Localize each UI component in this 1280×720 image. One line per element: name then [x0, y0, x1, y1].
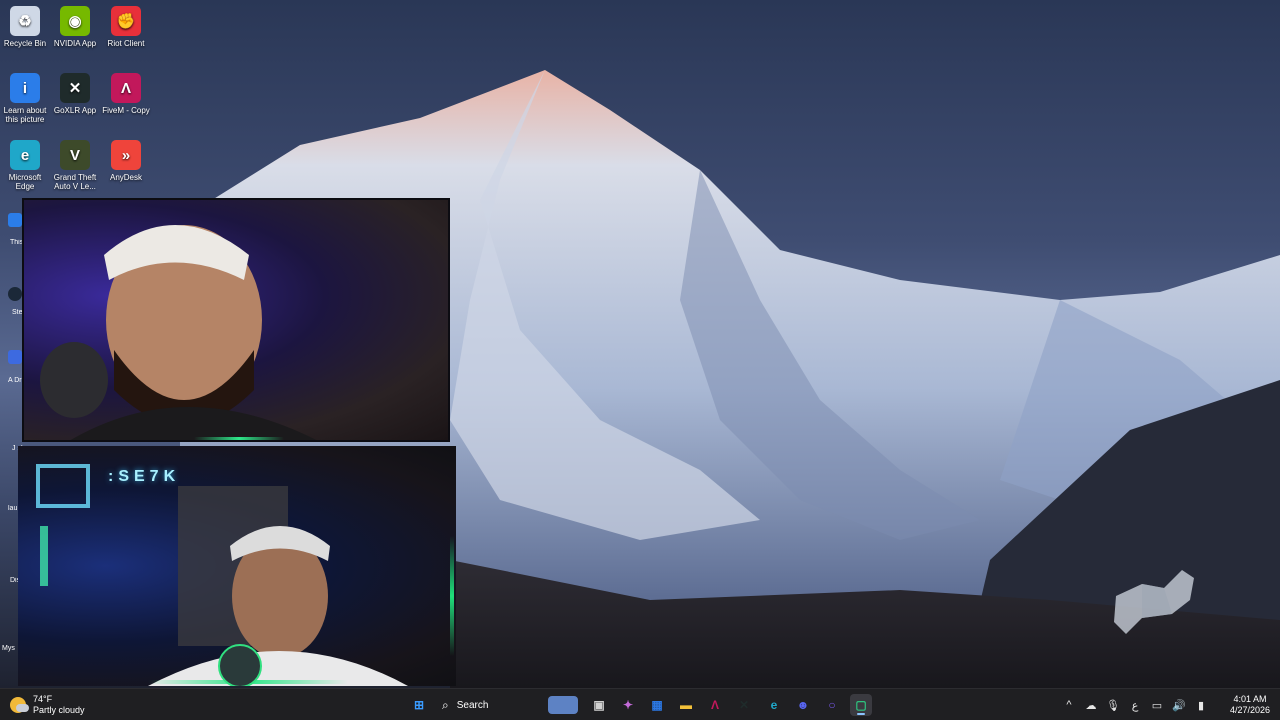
- desktop-icon-label: Riot Client: [107, 39, 145, 48]
- weather-temp: 74°F: [33, 694, 53, 704]
- taskbar-discord[interactable]: ☻: [792, 694, 814, 716]
- edge-icon: e: [770, 698, 778, 712]
- network-icon[interactable]: ▭: [1147, 695, 1167, 715]
- search-highlight-icon: [548, 696, 578, 714]
- desktop-icon-recycle-bin[interactable]: ♻ Recycle Bin: [0, 6, 50, 48]
- webcam-overlay-top: [22, 198, 450, 442]
- taskbar-start-button[interactable]: ⊞: [408, 694, 430, 716]
- chevron-up-icon[interactable]: ^: [1059, 695, 1079, 715]
- store-icon: ▦: [651, 698, 663, 712]
- taskbar-copilot[interactable]: ✦: [617, 694, 639, 716]
- clock[interactable]: 4:01 AM 4/27/2026: [1220, 694, 1280, 716]
- active-indicator: [857, 713, 865, 715]
- circle-app-icon: ○: [828, 698, 836, 712]
- recycle-bin-icon: ♻: [10, 6, 40, 36]
- partial-icon[interactable]: [8, 350, 22, 364]
- desktop-icon-riot-client[interactable]: ✊ Riot Client: [101, 6, 151, 48]
- learn-picture-icon: i: [10, 73, 40, 103]
- desktop-icon-nvidia[interactable]: ◉ NVIDIA App: [50, 6, 100, 48]
- app-icon: ▢: [855, 698, 867, 712]
- nvidia-icon: ◉: [60, 6, 90, 36]
- cloud-sync-icon[interactable]: ☁: [1081, 695, 1101, 715]
- taskbar-fivem[interactable]: Λ: [704, 694, 726, 716]
- desktop-icon-edge[interactable]: e Microsoft Edge: [0, 140, 50, 191]
- taskbar-microsoft-store[interactable]: ▦: [646, 694, 668, 716]
- search-box[interactable]: ⌕ Search: [436, 694, 578, 716]
- search-label: Search: [456, 699, 489, 711]
- copilot-icon: ✦: [622, 698, 634, 712]
- riot-client-icon: ✊: [111, 6, 141, 36]
- clock-date: 4/27/2026: [1229, 705, 1271, 715]
- desktop-icon-label: GoXLR App: [53, 106, 97, 115]
- partial-icon[interactable]: [8, 287, 22, 301]
- taskbar-cortana[interactable]: ○: [821, 694, 843, 716]
- taskbar-task-view[interactable]: ▣: [588, 694, 610, 716]
- discord-icon: ☻: [796, 698, 810, 712]
- overlay-accent-bar: [194, 437, 284, 440]
- desktop-icon-label: FiveM - Copy: [102, 106, 150, 115]
- fivem-icon: Λ: [710, 698, 719, 712]
- avatar: [218, 644, 262, 686]
- goxlr-icon: ✕: [60, 73, 90, 103]
- taskbar-edge[interactable]: e: [763, 694, 785, 716]
- taskbar-obs-app[interactable]: ▢: [850, 694, 872, 716]
- task-view-icon: ▣: [593, 698, 605, 712]
- speaker-icon[interactable]: 🔊: [1169, 695, 1189, 715]
- desktop-icon-gta-v[interactable]: V Grand Theft Auto V Le...: [50, 140, 100, 191]
- edge-icon: e: [10, 140, 40, 170]
- fivem-icon: Λ: [111, 73, 141, 103]
- gta-v-icon: V: [60, 140, 90, 170]
- taskbar-file-explorer[interactable]: ▬: [675, 694, 697, 716]
- overlay-brand-text: :SE7K: [108, 468, 181, 485]
- desktop-icon-label: Recycle Bin: [3, 39, 47, 48]
- weather-widget[interactable]: 74°F Partly cloudy: [10, 693, 85, 717]
- desktop-icon-learn-picture[interactable]: i Learn about this picture: [0, 73, 50, 124]
- battery-icon[interactable]: ▮: [1191, 695, 1211, 715]
- desktop-icon-goxlr[interactable]: ✕ GoXLR App: [50, 73, 100, 115]
- language-indicator[interactable]: ع: [1125, 695, 1145, 715]
- desktop-icon-label: Microsoft Edge: [8, 173, 42, 191]
- goxlr-icon: ✕: [738, 698, 750, 712]
- desktop-icon-fivem[interactable]: Λ FiveM - Copy: [101, 73, 151, 115]
- desktop-icon-label: Learn about this picture: [3, 106, 47, 124]
- desktop-icon-anydesk[interactable]: » AnyDesk: [101, 140, 151, 182]
- clock-time: 4:01 AM: [1233, 694, 1267, 704]
- microphone-icon[interactable]: 🎙: [1103, 695, 1123, 715]
- webcam-overlay-bottom: :SE7K: [18, 446, 456, 686]
- folder-icon: ▬: [680, 698, 692, 712]
- taskbar-goxlr[interactable]: ✕: [733, 694, 755, 716]
- paper-sticker-graphic: [1114, 570, 1194, 634]
- weather-condition: Partly cloudy: [33, 705, 85, 715]
- desktop-icon-label: Grand Theft Auto V Le...: [53, 173, 97, 191]
- search-icon: ⌕: [442, 697, 449, 712]
- taskbar: 74°F Partly cloudy ⊞ ▣ ✦ ▦ ▬ Λ ✕ e ☻ ○ ▢ ⌕ Search …: [0, 688, 1280, 720]
- streamer-silhouette-top: [40, 225, 317, 440]
- desktop-icon-label: AnyDesk: [109, 173, 142, 182]
- partial-icon[interactable]: [8, 213, 22, 227]
- partly-cloudy-icon: [10, 697, 29, 713]
- overlay-accent-side: [450, 536, 454, 656]
- anydesk-icon: »: [111, 140, 141, 170]
- system-tray: ^ ☁ 🎙 ع ▭ 🔊 ▮ 4:01 AM 4/27/2026: [1058, 689, 1280, 720]
- windows-start-icon: ⊞: [413, 698, 425, 712]
- desktop-icon-label: NVIDIA App: [53, 39, 97, 48]
